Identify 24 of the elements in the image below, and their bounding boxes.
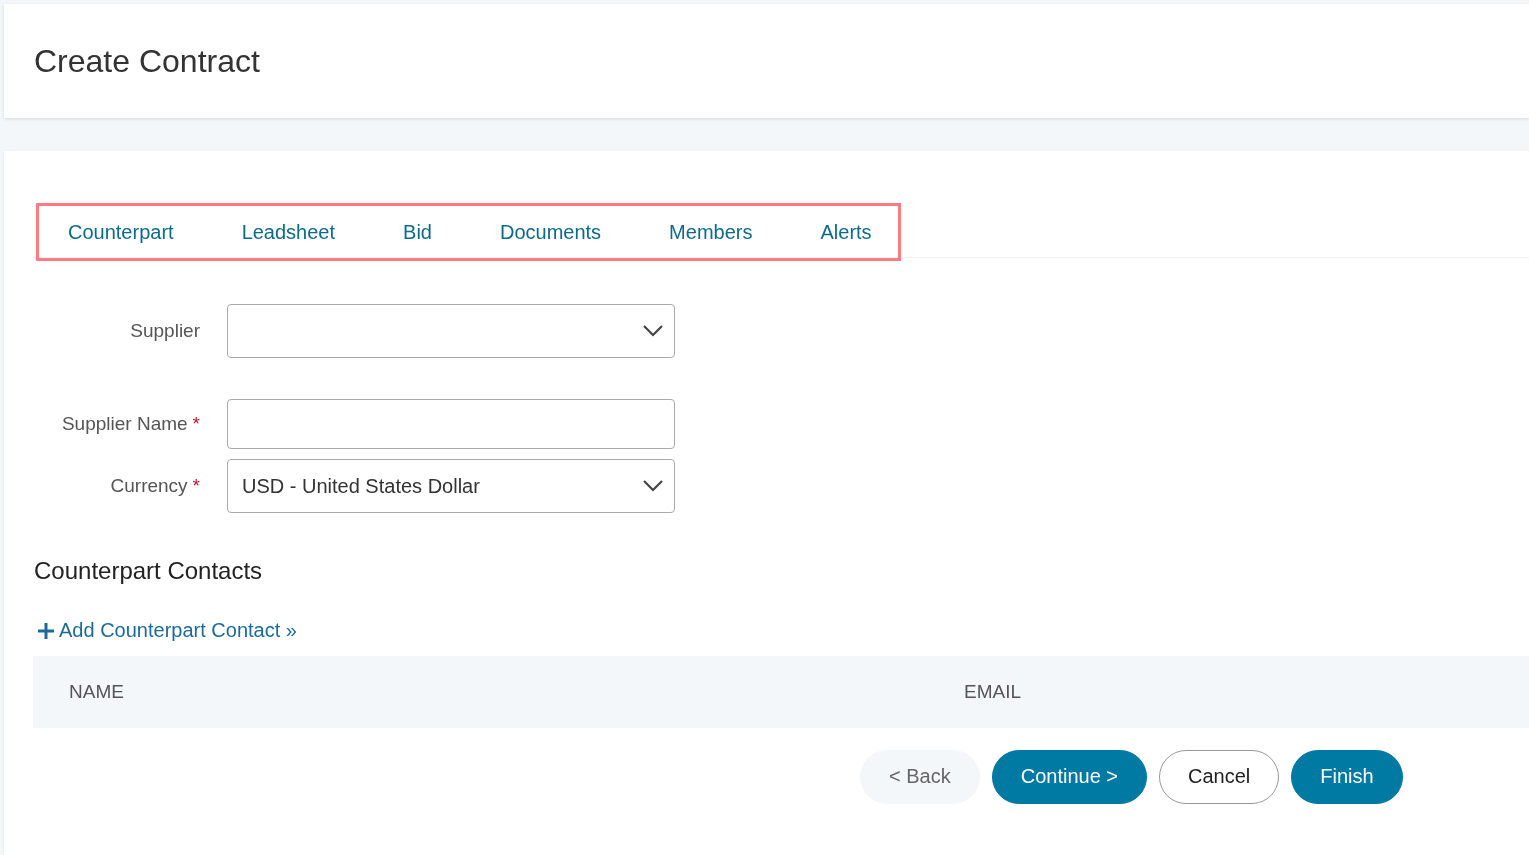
tab[interactable]: Bid [369, 212, 466, 252]
field-label: Supplier [129, 320, 201, 342]
action-button[interactable]: < Back [860, 749, 980, 804]
tab[interactable]: Documents [465, 212, 636, 252]
tab[interactable]: Alerts [786, 212, 872, 252]
action-button[interactable]: Cancel [1159, 749, 1280, 804]
input-field[interactable] [227, 399, 675, 449]
add-contact-link[interactable]: Add Counterpart Contact » [37, 619, 297, 642]
tab[interactable]: Members [635, 212, 787, 252]
page-title: Create Contract [34, 42, 260, 80]
action-button[interactable]: Continue > [991, 749, 1147, 804]
column-header: EMAIL [964, 680, 1023, 703]
select-field[interactable] [227, 304, 675, 358]
plus-icon [37, 621, 55, 640]
field-label: Currency * [109, 475, 201, 497]
tab[interactable]: Counterpart [58, 212, 208, 252]
field-label: Supplier Name * [60, 413, 201, 435]
section-title: Counterpart Contacts [34, 557, 264, 585]
select-field[interactable]: USD - United States Dollar [227, 459, 675, 513]
action-button[interactable]: Finish [1291, 749, 1403, 804]
tab[interactable]: Leadsheet [207, 212, 370, 252]
column-header: NAME [69, 680, 125, 703]
chevron-down-icon [642, 479, 664, 493]
chevron-down-icon [642, 324, 664, 338]
